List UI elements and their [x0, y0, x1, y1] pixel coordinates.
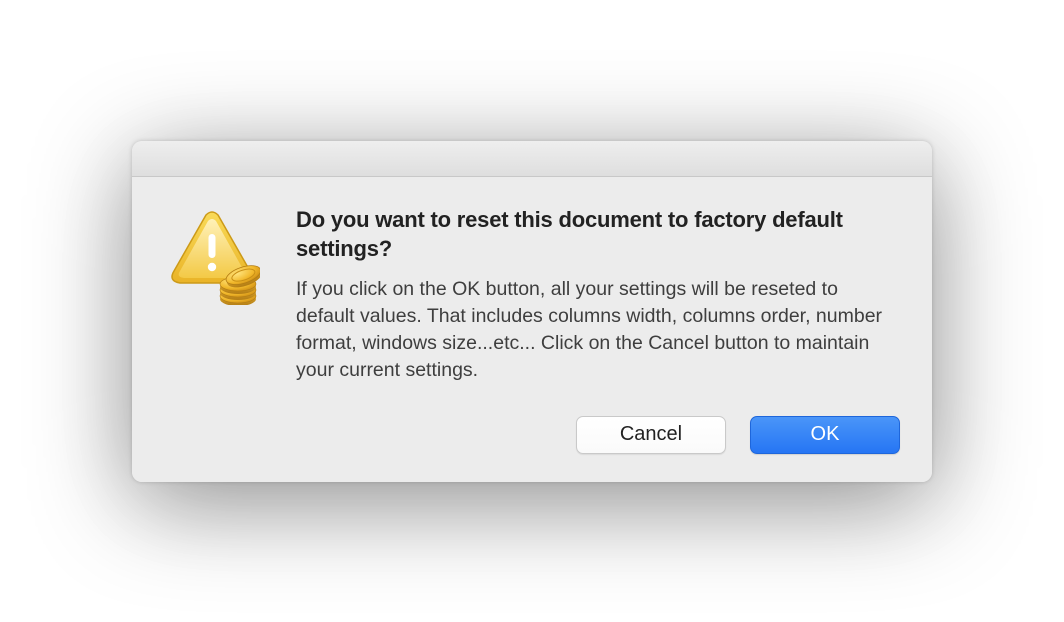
dialog-heading: Do you want to reset this document to fa… [296, 205, 896, 264]
ok-button[interactable]: OK [750, 416, 900, 454]
dialog-button-row: Cancel OK [132, 394, 932, 482]
dialog-titlebar [132, 141, 932, 177]
warning-coins-icon [164, 209, 260, 305]
dialog-icon-area [164, 205, 274, 384]
dialog-text-area: Do you want to reset this document to fa… [274, 205, 900, 384]
dialog-content: Do you want to reset this document to fa… [132, 177, 932, 394]
cancel-button[interactable]: Cancel [576, 416, 726, 454]
dialog-body-text: If you click on the OK button, all your … [296, 276, 896, 384]
confirm-dialog: Do you want to reset this document to fa… [132, 141, 932, 482]
